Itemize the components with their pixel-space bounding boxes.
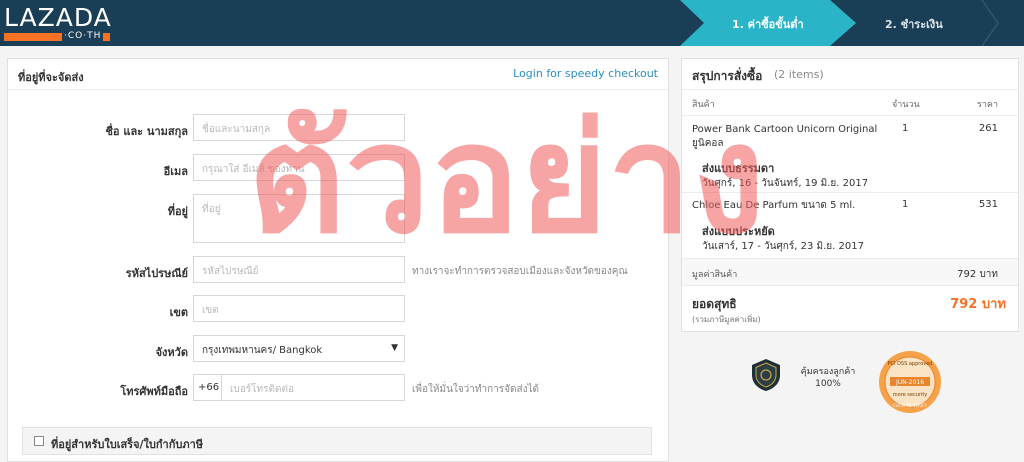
shipping-date: วันเสาร์, 17 - วันศุกร์, 23 มิ.ย. 2017 [702, 241, 864, 252]
badge-line4: CLICK TO VERIFY [893, 403, 927, 408]
badge-line3: more security [893, 392, 928, 398]
col-price: ราคา [977, 100, 998, 110]
phone-placeholder: เบอร์โทรติดต่อ [230, 384, 294, 395]
step-2-label: 2. ชำระเงิน [885, 18, 943, 31]
phone-field[interactable]: +66 เบอร์โทรติดต่อ [193, 374, 405, 401]
shipping-type: ส่งแบบประหยัด [702, 225, 775, 238]
address-label: ที่อยู่ [167, 205, 188, 218]
district-field[interactable]: เขต [193, 295, 405, 322]
email-field[interactable]: กรุณาใส่ อีเมล์ ของท่าน [193, 154, 405, 181]
subtotal-row: มูลค่าสินค้า 792 บาท [682, 258, 1018, 286]
tax-address-option[interactable]: ที่อยู่สำหรับใบเสร็จ/ใบกำกับภาษี [22, 427, 652, 455]
postcode-hint: ทางเราจะทำการตรวจสอบเมืองและจังหวัดของคุ… [412, 266, 628, 277]
postcode-field[interactable]: รหัสไปรษณีย์ [193, 256, 405, 283]
item-price: 531 [978, 199, 998, 210]
order-summary-panel: สรุปการสั่งซื้อ (2 items) สินค้า จำนวน ร… [681, 58, 1019, 332]
shipping-date: วันศุกร์, 16 - วันจันทร์, 19 มิ.ย. 2017 [702, 178, 869, 189]
total-note: (รวมภาษีมูลค่าเพิ่ม) [692, 315, 761, 324]
divider [682, 115, 1018, 116]
summary-item-count: (2 items) [774, 68, 824, 81]
badge-line1: PCI DSS approved [888, 361, 933, 367]
step-chevron-icon [981, 0, 999, 46]
address-title: ที่อยู่ที่จะจัดส่ง [18, 71, 84, 84]
login-link[interactable]: Login for speedy checkout [513, 67, 658, 80]
province-value: กรุงเทพมหานคร/ Bangkok [202, 345, 323, 356]
item-qty: 1 [902, 199, 909, 210]
total-value: 792 บาท [950, 297, 1006, 312]
item-name: Power Bank Cartoon Unicorn Original ยูนิ… [692, 124, 878, 149]
email-label: อีเมล [163, 165, 188, 178]
divider [682, 192, 1018, 193]
tax-address-label: ที่อยู่สำหรับใบเสร็จ/ใบกำกับภาษี [51, 438, 204, 451]
total-label: ยอดสุทธิ [692, 297, 737, 311]
item-price: 261 [978, 123, 998, 134]
postcode-label: รหัสไปรษณีย์ [125, 267, 188, 280]
item-name: Chloe Eau De Parfum ขนาด 5 ml. [692, 200, 856, 211]
subtotal-value: 792 บาท [957, 269, 998, 280]
district-label: เขต [169, 306, 188, 319]
item-qty: 1 [902, 123, 909, 134]
address-field[interactable]: ที่อยู่ [193, 194, 405, 243]
shield-icon [752, 359, 780, 391]
logo-text: LAZADA [4, 3, 112, 32]
shipping-address-panel: ที่อยู่ที่จะจัดส่ง Login for speedy chec… [7, 58, 669, 462]
badge-date: JUN-2016 [895, 379, 924, 386]
subtotal-label: มูลค่าสินค้า [692, 270, 738, 280]
col-qty: จำนวน [892, 100, 920, 110]
province-label: จังหวัด [155, 346, 188, 359]
phone-hint: เพื่อให้มั่นใจว่าทำการจัดส่งได้ [412, 384, 540, 395]
checkout-steps: 1. ค่าซื้อขั้นต่ำ 2. ชำระเงิน [680, 0, 1024, 46]
shipping-type: ส่งแบบธรรมดา [702, 162, 775, 175]
phone-label: โทรศัพท์มือถือ [120, 385, 188, 398]
col-product: สินค้า [692, 100, 715, 110]
dropdown-arrow-icon: ▼ [391, 343, 398, 353]
province-select[interactable]: กรุงเทพมหานคร/ Bangkok ▼ [193, 335, 405, 362]
name-field[interactable]: ชื่อและนามสกุล [193, 114, 405, 141]
logo-domain: ·CO·TH [62, 31, 104, 41]
lazada-logo[interactable]: LAZADA ·CO·TH [4, 3, 114, 43]
summary-title: สรุปการสั่งซื้อ [692, 69, 763, 83]
pci-dss-badge[interactable]: PCI DSS approved JUN-2016 more security … [878, 350, 942, 414]
top-bar: LAZADA ·CO·TH 1. ค่าซื้อขั้นต่ำ 2. ชำระเ… [0, 0, 1024, 46]
customer-protection-text: คุ้มครองลูกค้า 100% [800, 367, 856, 389]
name-label: ชื่อ และ นามสกุล [105, 125, 188, 138]
summary-header: สรุปการสั่งซื้อ (2 items) [682, 59, 1018, 90]
tax-address-checkbox[interactable] [34, 436, 44, 446]
address-header: ที่อยู่ที่จะจัดส่ง Login for speedy chec… [8, 59, 668, 90]
step-1-label: 1. ค่าซื้อขั้นต่ำ [732, 18, 804, 31]
phone-prefix: +66 [194, 375, 222, 400]
